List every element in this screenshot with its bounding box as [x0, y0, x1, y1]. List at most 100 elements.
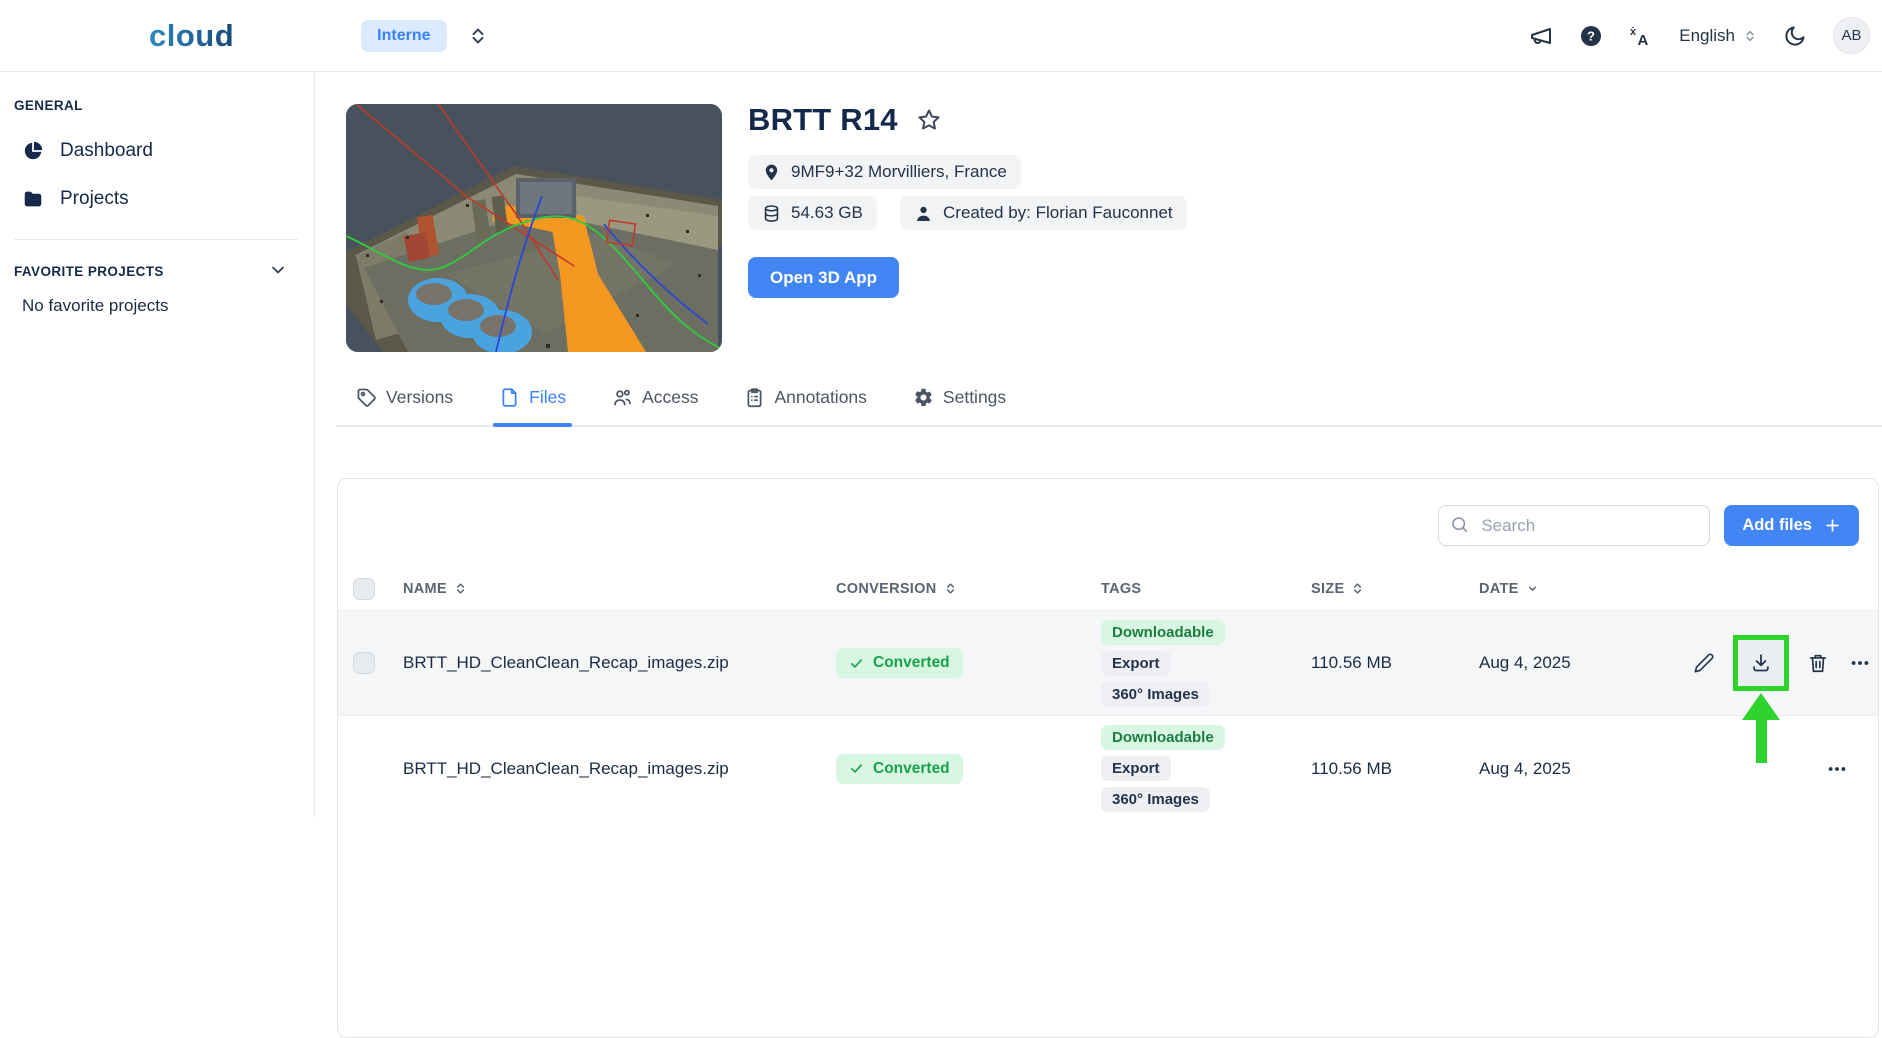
announcements-icon[interactable]	[1529, 24, 1553, 48]
creator-text: Created by: Florian Fauconnet	[943, 203, 1173, 223]
tab-versions[interactable]: Versions	[356, 385, 453, 425]
column-header-size[interactable]: SIZE	[1311, 581, 1479, 597]
app-logo: cloud	[149, 18, 234, 54]
chevron-updown-icon	[1743, 27, 1757, 45]
file-icon	[499, 387, 520, 408]
download-icon	[1750, 652, 1772, 674]
file-name: BRTT_HD_CleanClean_Recap_images.zip	[403, 759, 836, 779]
tab-files[interactable]: Files	[499, 385, 566, 425]
search-box	[1438, 505, 1710, 546]
tab-label: Files	[529, 387, 566, 408]
file-date: Aug 4, 2025	[1479, 759, 1691, 779]
tab-label: Annotations	[774, 387, 866, 408]
column-header-conversion[interactable]: CONVERSION	[836, 581, 1101, 597]
search-icon	[1450, 515, 1469, 534]
add-files-label: Add files	[1742, 516, 1812, 535]
sidebar-item-label: Projects	[60, 188, 129, 210]
sidebar-item-dashboard[interactable]: Dashboard	[12, 127, 300, 175]
workspace-switcher-icon[interactable]	[467, 25, 489, 47]
svg-text:?: ?	[1587, 28, 1595, 43]
file-size: 110.56 MB	[1311, 653, 1479, 673]
column-header-name[interactable]: NAME	[403, 581, 836, 597]
dark-mode-icon[interactable]	[1783, 24, 1807, 48]
translate-icon[interactable]: ẋA	[1629, 24, 1653, 48]
avatar[interactable]: AB	[1833, 17, 1870, 54]
tag-pill: Export	[1101, 756, 1171, 781]
favorite-star-icon[interactable]	[916, 107, 942, 133]
favorites-empty-text: No favorite projects	[22, 296, 300, 316]
plus-icon	[1824, 517, 1841, 534]
workspace-badge[interactable]: Interne	[361, 20, 446, 52]
tab-label: Versions	[386, 387, 453, 408]
column-header-tags[interactable]: TAGS	[1101, 581, 1311, 597]
table-header-row: NAMECONVERSIONTAGSSIZEDATE	[338, 567, 1878, 611]
check-icon	[849, 656, 864, 671]
gear-icon	[913, 387, 934, 408]
topbar-actions: ? ẋA English AB	[1529, 17, 1882, 54]
pencil-icon	[1693, 652, 1715, 674]
language-selector[interactable]: English	[1679, 26, 1757, 46]
tab-label: Settings	[943, 387, 1006, 408]
delete-button[interactable]	[1805, 650, 1831, 676]
tab-access[interactable]: Access	[612, 385, 698, 425]
chevron-down-icon	[268, 260, 288, 280]
clipboard-icon	[744, 387, 765, 408]
row-checkbox[interactable]	[353, 652, 375, 674]
svg-text:A: A	[1638, 32, 1649, 48]
pie-chart-icon	[22, 140, 44, 162]
users-icon	[612, 387, 633, 408]
tag-pill: 360° Images	[1101, 682, 1210, 707]
conversion-status-badge: Converted	[836, 754, 963, 784]
location-text: 9MF9+32 Morvilliers, France	[791, 162, 1007, 182]
search-input[interactable]	[1438, 505, 1710, 546]
check-icon	[849, 761, 864, 776]
tag-pill: 360° Images	[1101, 787, 1210, 812]
page-title: BRTT R14	[748, 102, 898, 138]
tab-label: Access	[642, 387, 698, 408]
table-body: BRTT_HD_CleanClean_Recap_images.zip Conv…	[338, 611, 1878, 821]
annotation-arrow	[1742, 693, 1780, 763]
sort-both-icon	[453, 581, 468, 596]
language-label: English	[1679, 26, 1735, 46]
sidebar: GENERAL Dashboard Projects FAVORITE PROJ…	[0, 72, 315, 817]
help-icon[interactable]: ?	[1579, 24, 1603, 48]
conversion-status-badge: Converted	[836, 648, 963, 678]
column-label: DATE	[1479, 581, 1519, 597]
sort-both-icon	[1350, 581, 1365, 596]
tags-list: DownloadableExport360° Images	[1101, 725, 1311, 812]
file-size: 110.56 MB	[1311, 759, 1479, 779]
more-icon	[1849, 652, 1871, 674]
row-actions	[1691, 635, 1882, 691]
sidebar-section-general: GENERAL	[14, 98, 300, 113]
sidebar-section-favorites: FAVORITE PROJECTS	[14, 264, 164, 279]
column-header-date[interactable]: DATE	[1479, 581, 1691, 597]
favorites-header[interactable]: FAVORITE PROJECTS	[12, 260, 300, 280]
table-row[interactable]: BRTT_HD_CleanClean_Recap_images.zip Conv…	[338, 611, 1878, 716]
project-thumbnail	[346, 104, 722, 352]
download-button[interactable]	[1738, 640, 1784, 686]
map-pin-icon	[762, 163, 781, 182]
more-button[interactable]	[1824, 756, 1850, 782]
sort-both-icon	[943, 581, 958, 596]
tab-settings[interactable]: Settings	[913, 385, 1006, 425]
sidebar-item-projects[interactable]: Projects	[12, 175, 300, 223]
edit-button[interactable]	[1691, 650, 1717, 676]
file-date: Aug 4, 2025	[1479, 653, 1691, 673]
sidebar-divider	[14, 239, 298, 240]
tab-annotations[interactable]: Annotations	[744, 385, 866, 425]
add-files-button[interactable]: Add files	[1724, 505, 1859, 546]
file-name: BRTT_HD_CleanClean_Recap_images.zip	[403, 653, 836, 673]
tag-pill: Downloadable	[1101, 620, 1225, 645]
open-3d-app-button[interactable]: Open 3D App	[748, 257, 899, 298]
user-icon	[914, 204, 933, 223]
select-all-checkbox[interactable]	[353, 578, 375, 600]
table-row[interactable]: BRTT_HD_CleanClean_Recap_images.zip Conv…	[338, 716, 1878, 821]
folder-icon	[22, 188, 44, 210]
annotation-highlight-box	[1733, 635, 1789, 691]
more-button[interactable]	[1847, 650, 1873, 676]
tag-icon	[356, 387, 377, 408]
main-content: BRTT R14 9MF9+32 Morvilliers, France 54.…	[315, 72, 1882, 817]
row-actions	[1691, 756, 1878, 782]
creator-badge: Created by: Florian Fauconnet	[900, 196, 1187, 230]
files-panel: Add files NAMECONVERSIONTAGSSIZEDATE BRT…	[337, 478, 1879, 1038]
